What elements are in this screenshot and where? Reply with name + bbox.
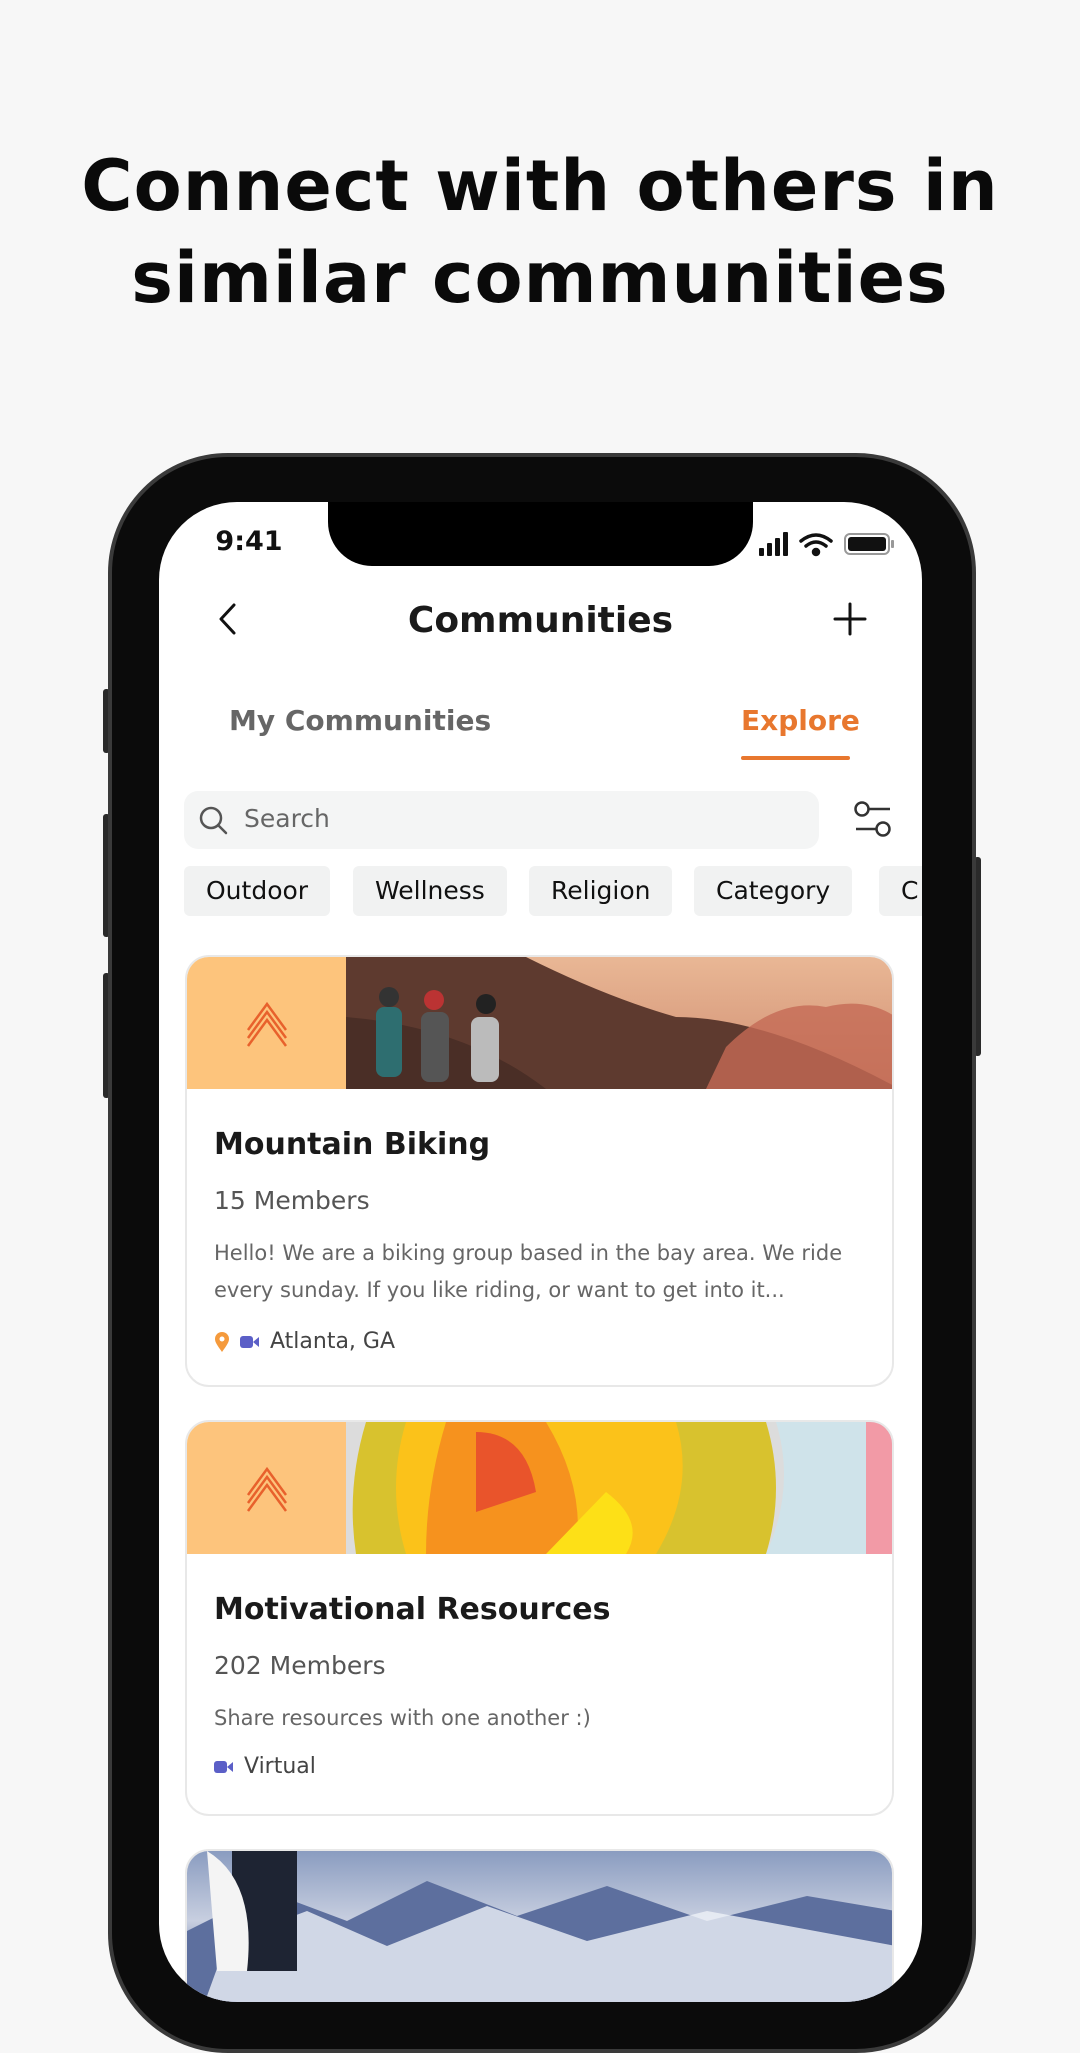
active-tab-underline (741, 756, 850, 760)
tab-my-communities[interactable]: My Communities (229, 704, 491, 737)
member-count: 202 Members (214, 1651, 386, 1680)
chevrons-up-icon (246, 1001, 287, 1047)
community-name: Mountain Biking (214, 1127, 491, 1162)
add-plus-icon[interactable] (833, 602, 867, 636)
filter-icon[interactable] (852, 799, 894, 841)
headline-line-1: Connect with others in (81, 145, 999, 227)
video-icon (240, 1335, 259, 1348)
headline-line-2: similar communities (131, 237, 949, 319)
phone-screen: 9:41 Communities My Communities Explore … (159, 502, 922, 2002)
chip-wellness[interactable]: Wellness (353, 866, 507, 916)
signal-icon (759, 532, 788, 556)
battery-icon (844, 533, 894, 555)
community-card-partial[interactable] (185, 1849, 894, 2002)
search-icon (199, 806, 228, 835)
chevrons-up-icon (246, 1466, 287, 1512)
member-count: 15 Members (214, 1186, 370, 1215)
location-text: Virtual (244, 1754, 316, 1779)
community-location: Atlanta, GA (214, 1329, 395, 1354)
status-icons (759, 532, 894, 557)
location-text: Atlanta, GA (270, 1329, 396, 1354)
community-description: Share resources with one another :) (214, 1706, 591, 1730)
chip-category[interactable]: Category (694, 866, 853, 916)
community-cover-image (346, 957, 892, 1089)
location-pin-icon (215, 1331, 229, 1352)
notch (328, 502, 753, 566)
community-description: Hello! We are a biking group based in th… (214, 1241, 843, 1302)
page-title: Communities (407, 600, 674, 641)
search-placeholder: Search (244, 804, 330, 833)
community-name: Motivational Resources (214, 1592, 611, 1627)
community-card-motivational-resources[interactable]: Motivational Resources 202 Members Share… (185, 1420, 894, 1816)
community-location: Virtual (214, 1754, 316, 1779)
wifi-icon (799, 533, 833, 557)
chip-outdoor[interactable]: Outdoor (184, 866, 331, 916)
community-card-mountain-biking[interactable]: Mountain Biking 15 Members Hello! We are… (185, 955, 894, 1387)
community-cover-image (187, 1851, 892, 2002)
community-logo (187, 957, 346, 1089)
headline: Connect with others in similar communiti… (0, 140, 1080, 324)
community-logo (187, 1422, 346, 1554)
search-input[interactable]: Search (184, 791, 819, 849)
status-time: 9:41 (215, 526, 283, 557)
video-icon (214, 1760, 233, 1773)
chip-religion[interactable]: Religion (529, 866, 673, 916)
tab-explore[interactable]: Explore (741, 704, 860, 737)
chip-more[interactable]: C (879, 866, 922, 916)
community-cover-image (346, 1422, 892, 1554)
